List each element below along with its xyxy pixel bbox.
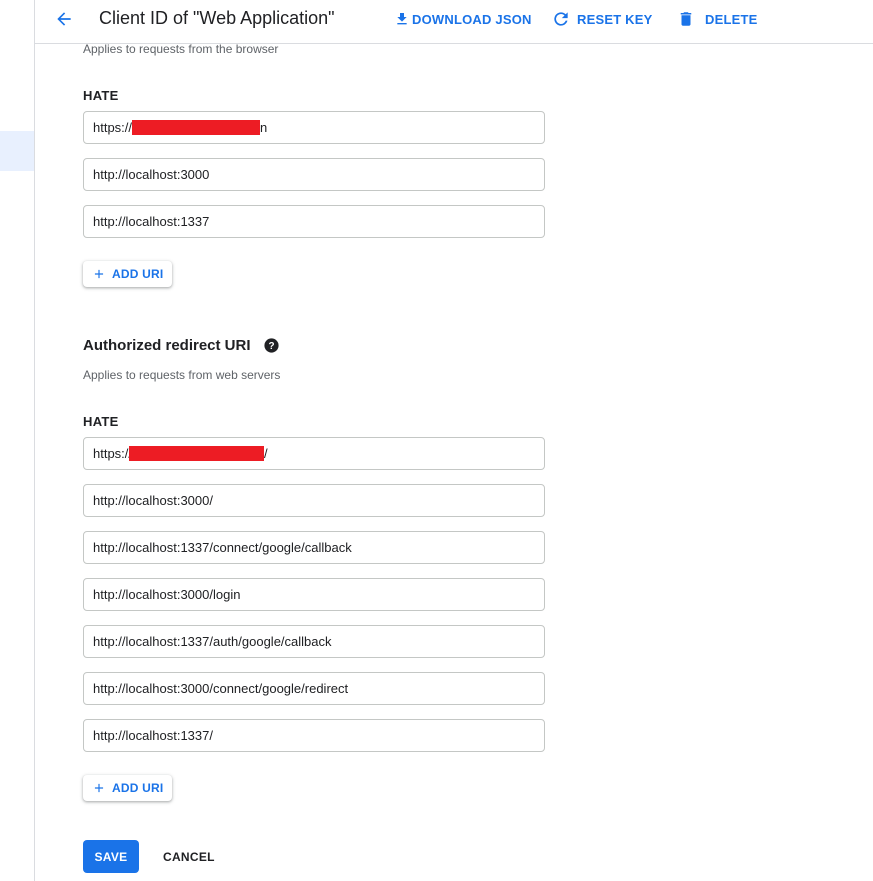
redirect-uri-field[interactable]: http://localhost:1337/connect/google/cal…	[83, 531, 545, 564]
arrow-back-icon	[57, 12, 71, 26]
left-nav-rail	[0, 0, 35, 881]
redirect-uri-field[interactable]: http://localhost:1337/auth/google/callba…	[83, 625, 545, 658]
redirects-section-title: Authorized redirect URI ?	[83, 337, 280, 354]
redirect-uri-field[interactable]: http://localhost:3000/connect/google/red…	[83, 672, 545, 705]
page-title: Client ID of "Web Application"	[99, 8, 335, 28]
redirects-hint: Applies to requests from web servers	[83, 368, 281, 382]
redirect-uri-prefix: https://	[93, 446, 133, 461]
add-redirect-uri-button[interactable]: ADD URI	[83, 775, 173, 801]
back-button[interactable]	[51, 6, 77, 32]
redirect-uri-field[interactable]: https:// /	[83, 437, 545, 470]
redirect-uri-field[interactable]: http://localhost:3000/	[83, 484, 545, 517]
top-app-bar: Client ID of "Web Application" DOWNLOAD …	[35, 0, 873, 44]
redaction-bar	[129, 446, 265, 461]
svg-text:?: ?	[268, 341, 274, 352]
origin-uri-field[interactable]: http://localhost:1337	[83, 205, 545, 238]
plus-icon	[94, 783, 104, 793]
origin-uri-suffix: n	[260, 120, 268, 135]
reset-key-button[interactable]: RESET KEY	[551, 8, 652, 30]
add-origin-uri-label: ADD URI	[112, 267, 164, 281]
redirects-title-text: Authorized redirect URI	[83, 337, 251, 354]
help-circle-icon[interactable]: ?	[263, 337, 280, 354]
origin-uri-field[interactable]: https:// n	[83, 111, 545, 144]
add-redirect-uri-label: ADD URI	[112, 781, 164, 795]
download-icon	[397, 13, 407, 25]
origin-uri-prefix: https://	[93, 120, 133, 135]
add-origin-uri-button[interactable]: ADD URI	[83, 261, 173, 287]
origins-hint: Applies to requests from the browser	[83, 42, 279, 56]
redirects-group-label: HATE	[83, 414, 119, 429]
save-button[interactable]: SAVE	[83, 840, 139, 873]
plus-icon	[94, 269, 104, 279]
delete-button[interactable]: DELETE	[677, 8, 757, 30]
download-json-label: DOWNLOAD JSON	[412, 11, 532, 27]
trash-icon	[680, 12, 692, 26]
redirect-uri-field[interactable]: http://localhost:3000/login	[83, 578, 545, 611]
redirect-uri-suffix: /	[264, 446, 268, 461]
left-nav-selected-item[interactable]	[0, 131, 34, 171]
cancel-button[interactable]: CANCEL	[155, 840, 223, 873]
delete-label: DELETE	[705, 11, 758, 27]
redirect-uri-field[interactable]: http://localhost:1337/	[83, 719, 545, 752]
origin-uri-field[interactable]: http://localhost:3000	[83, 158, 545, 191]
refresh-icon	[554, 12, 568, 26]
redaction-bar	[132, 120, 261, 135]
download-json-button[interactable]: DOWNLOAD JSON	[394, 8, 532, 30]
reset-key-label: RESET KEY	[577, 11, 653, 27]
origins-group-label: HATE	[83, 88, 119, 103]
